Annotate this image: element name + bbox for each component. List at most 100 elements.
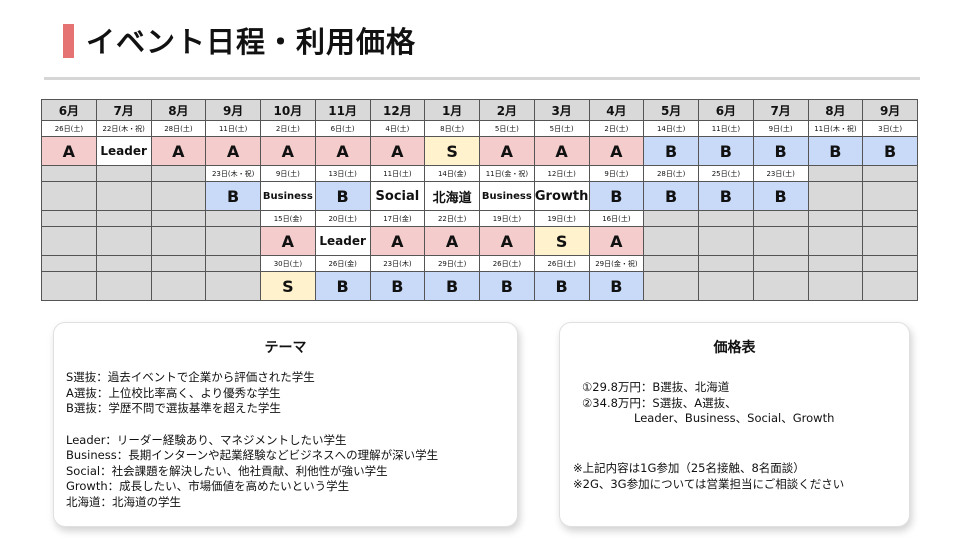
selection-cell: B — [807, 136, 864, 166]
date-cell — [752, 255, 809, 272]
selection-cell: B — [479, 271, 535, 301]
date-cell — [205, 255, 261, 272]
selection-cell — [862, 226, 918, 256]
date-cell — [807, 255, 864, 272]
date-cell: 15日(金) — [260, 210, 316, 227]
date-cell: 19日(土) — [533, 210, 590, 227]
selection-cell: B — [643, 181, 699, 211]
title-accent-bar — [63, 24, 74, 58]
date-cell: 17日(金) — [369, 210, 426, 227]
selection-cell: B — [643, 136, 699, 166]
date-cell — [698, 210, 754, 227]
title-divider — [44, 77, 920, 80]
selection-cell: A — [205, 136, 261, 166]
selection-row: SBBBBBB — [41, 271, 918, 301]
price-note: ※2G、3G参加については営業担当にご相談ください — [573, 476, 845, 491]
date-cell: 11日(土) — [205, 120, 261, 137]
selection-cell: B — [314, 181, 371, 211]
selection-cell: B — [698, 136, 754, 166]
selection-cell — [698, 226, 754, 256]
selection-cell: B — [424, 271, 480, 301]
month-header-cell: 7月 — [752, 99, 809, 121]
selection-cell: A — [41, 136, 97, 166]
selection-row: A Leader A A A A A S A A A B B B B B — [41, 136, 918, 166]
date-cell: 9日(土) — [752, 120, 809, 137]
selection-cell — [807, 271, 864, 301]
selection-cell: Social — [369, 181, 426, 211]
schedule-body: 6月 7月 8月 9月 10月 11月 12月 1月 2月 3月 4月 5月 6月 7月 8月 9月 26日(土… — [41, 99, 918, 301]
selection-cell: S — [424, 136, 480, 166]
price-heading: 価格表 — [713, 340, 756, 356]
date-cell: 9日(土) — [588, 165, 645, 182]
date-cell: 30日(土) — [260, 255, 316, 272]
selection-cell: A — [150, 136, 207, 166]
selection-cell — [807, 226, 864, 256]
date-row: 30日(土) 26日(金) 23日(木) 29日(土) 26日(土) 26日(土) 29日(… — [41, 255, 918, 272]
selection-cell — [643, 271, 699, 301]
theme-list: S選抜：過去イベントで企業から評価された学生 A選抜：上位校比率高く、より優秀な… — [66, 370, 438, 510]
selection-cell: S — [533, 226, 590, 256]
date-row: 26日(土) 22日(木・祝) 28日(土) 11日(土) 2日(土) 6日(土) 4日(土… — [41, 120, 918, 137]
selection-cell: A — [260, 136, 316, 166]
selection-cell: Business — [479, 181, 535, 211]
date-cell: 22日(土) — [424, 210, 480, 227]
selection-cell — [752, 271, 809, 301]
date-cell: 20日(土) — [314, 210, 371, 227]
date-row: 15日(金) 20日(土) 17日(金) 22日(土) 19日(土) 19日(土) 16日(… — [41, 210, 918, 227]
date-cell: 26日(金) — [314, 255, 371, 272]
selection-cell — [150, 226, 207, 256]
selection-cell — [150, 181, 207, 211]
selection-cell — [698, 271, 754, 301]
date-cell: 26日(土) — [533, 255, 590, 272]
date-cell: 11日(土) — [698, 120, 754, 137]
selection-cell: A — [369, 136, 426, 166]
date-cell — [643, 210, 699, 227]
date-cell — [41, 255, 97, 272]
date-cell — [150, 165, 207, 182]
selection-cell: Leader — [95, 136, 152, 166]
date-cell: 26日(土) — [41, 120, 97, 137]
selection-cell: A — [588, 226, 645, 256]
date-cell: 5日(土) — [533, 120, 590, 137]
date-cell: 22日(木・祝) — [95, 120, 152, 137]
theme-item: Social：社会課題を解決したい、他社貢献、利他性が強い学生 — [66, 463, 388, 478]
date-cell: 13日(土) — [314, 165, 371, 182]
selection-row: B Business B Social 北海道 Business Growth B B B B — [41, 181, 918, 211]
selection-cell — [95, 181, 152, 211]
date-cell: 28日(土) — [150, 120, 207, 137]
date-row: 23日(木・祝) 9日(土) 13日(土) 11日(土) 14日(金) 11日(金・祝) 1… — [41, 165, 918, 182]
selection-cell — [643, 226, 699, 256]
price-note: ※上記内容は1G参加（25名接触、8名面談） — [573, 461, 805, 475]
date-cell: 11日(金・祝) — [479, 165, 535, 182]
selection-cell: A — [588, 136, 645, 166]
page-title: イベント日程・利用価格 — [86, 25, 417, 59]
date-cell — [807, 165, 864, 182]
date-cell — [807, 210, 864, 227]
selection-cell — [205, 271, 261, 301]
selection-cell: B — [752, 181, 809, 211]
date-cell — [752, 210, 809, 227]
theme-item: A選抜：上位校比率高く、より優秀な学生 — [66, 385, 281, 400]
date-cell: 3日(土) — [862, 120, 918, 137]
date-cell: 16日(土) — [588, 210, 645, 227]
date-cell — [643, 255, 699, 272]
date-cell: 12日(土) — [533, 165, 590, 182]
selection-cell — [752, 226, 809, 256]
date-cell — [698, 255, 754, 272]
date-cell: 26日(土) — [479, 255, 535, 272]
month-header-cell: 11月 — [314, 99, 371, 121]
date-cell: 23日(木・祝) — [205, 165, 261, 182]
selection-cell: A — [260, 226, 316, 256]
month-header-cell: 9月 — [862, 99, 918, 121]
date-cell: 8日(土) — [424, 120, 480, 137]
month-header-cell: 7月 — [95, 99, 152, 121]
price-line: ②34.8万円：S選抜、A選抜、 — [582, 395, 737, 410]
selection-cell — [150, 271, 207, 301]
theme-item: S選抜：過去イベントで企業から評価された学生 — [66, 370, 315, 384]
month-header-cell: 6月 — [698, 99, 754, 121]
month-header-cell: 8月 — [807, 99, 864, 121]
date-cell: 29日(土) — [424, 255, 480, 272]
selection-cell — [41, 226, 97, 256]
date-cell: 23日(土) — [752, 165, 809, 182]
